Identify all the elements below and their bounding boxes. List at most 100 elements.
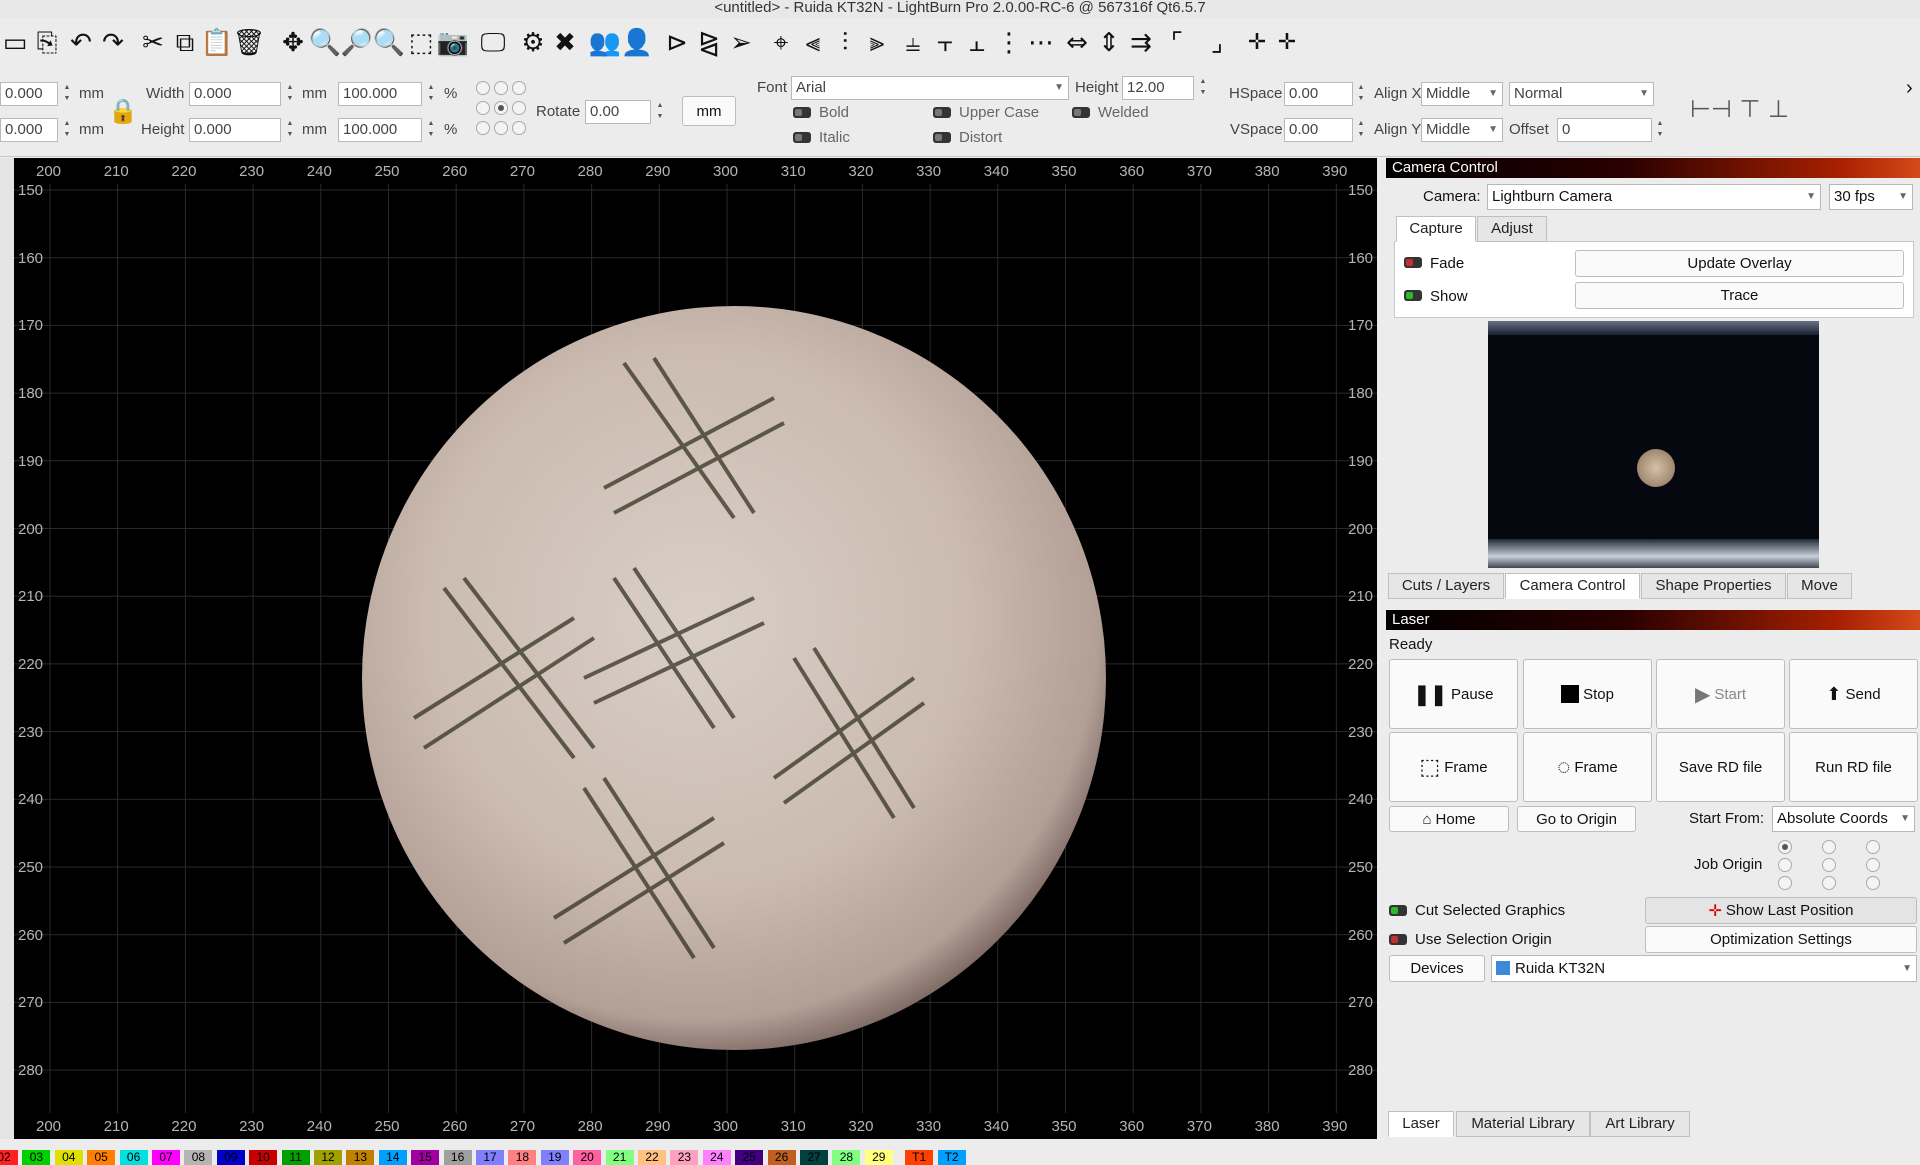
text-align-icons[interactable]: ⊢⊣ ⊤ ⊥ <box>1690 95 1789 123</box>
pause-button[interactable]: ❚❚ Pause <box>1389 659 1518 729</box>
camera-select[interactable]: Lightburn Camera ▼ <box>1487 184 1821 210</box>
align-right-icon[interactable]: ⫸ <box>862 28 892 58</box>
palette-swatch-17[interactable]: 17 <box>476 1150 504 1165</box>
welded-toggle[interactable] <box>1072 107 1090 118</box>
palette-swatch-08[interactable]: 08 <box>184 1150 213 1165</box>
y-spinner[interactable]: ▲ ▼ <box>61 118 73 142</box>
palette-swatch-T1[interactable]: T1 <box>905 1150 934 1165</box>
palette-swatch-20[interactable]: 20 <box>573 1150 602 1165</box>
palette-swatch-25[interactable]: 25 <box>735 1150 764 1165</box>
crosshair-icon[interactable]: ✛ <box>1242 28 1272 58</box>
distribute-h-icon[interactable]: ⋮ <box>994 28 1024 58</box>
palette-swatch-21[interactable]: 21 <box>605 1150 634 1165</box>
select-frame-icon[interactable]: ⬚ <box>406 28 436 58</box>
corner-icon[interactable]: ⌜ <box>1162 28 1192 58</box>
save-rd-file-button[interactable]: Save RD file <box>1656 732 1785 802</box>
dock-icon[interactable]: ⇉ <box>1126 28 1156 58</box>
width-spinner[interactable]: ▲ ▼ <box>284 82 296 106</box>
x-position-input[interactable]: 0.000 <box>0 82 58 106</box>
workspace-canvas[interactable] <box>14 158 1377 1139</box>
distort-toggle[interactable] <box>933 132 951 143</box>
x-spinner[interactable]: ▲ ▼ <box>61 82 73 106</box>
start-button[interactable]: ▶ Start <box>1656 659 1785 729</box>
height-spinner[interactable]: ▲ ▼ <box>284 118 296 142</box>
zoom-in-icon[interactable]: 🔍 <box>309 28 341 58</box>
cut-selected-graphics-toggle[interactable] <box>1389 905 1407 916</box>
font-select[interactable]: Arial ▼ <box>791 76 1069 100</box>
rotate-spinner[interactable]: ▲ ▼ <box>654 100 666 124</box>
bottom-tab-laser[interactable]: Laser <box>1388 1111 1454 1137</box>
monitor-icon[interactable]: 🖵 <box>478 28 508 58</box>
camera-icon[interactable]: 📷 <box>437 28 469 58</box>
height-percent-spinner[interactable]: ▲ ▼ <box>425 118 437 142</box>
palette-swatch-18[interactable]: 18 <box>508 1150 537 1165</box>
show-toggle[interactable] <box>1404 290 1422 301</box>
dock-tab-cuts-layers[interactable]: Cuts / Layers <box>1388 573 1504 599</box>
chevron-right-icon[interactable]: › <box>1906 77 1913 100</box>
palette-swatch-09[interactable]: 09 <box>216 1150 245 1165</box>
dock-tab-camera-control[interactable]: Camera Control <box>1505 573 1640 599</box>
update-overlay-button[interactable]: Update Overlay <box>1575 250 1904 277</box>
palette-swatch-22[interactable]: 22 <box>638 1150 666 1165</box>
palette-swatch-15[interactable]: 15 <box>411 1150 440 1165</box>
object-origin-grid[interactable] <box>476 81 528 137</box>
align-center-icon[interactable]: ⫶ <box>830 28 860 58</box>
offset-spinner[interactable]: ▲ ▼ <box>1654 118 1666 142</box>
bold-toggle[interactable] <box>793 107 811 118</box>
start-from-select[interactable]: Absolute Coords ▼ <box>1772 806 1915 832</box>
send-button[interactable]: ⬆ Send <box>1789 659 1918 729</box>
fade-toggle[interactable] <box>1404 257 1422 268</box>
stop-button[interactable]: Stop <box>1523 659 1652 729</box>
send-icon[interactable]: ➢ <box>726 28 756 58</box>
italic-toggle[interactable] <box>793 132 811 143</box>
frame-rect-button[interactable]: ⬚ Frame <box>1389 732 1518 802</box>
distribute-v-icon[interactable]: ⋯ <box>1026 28 1056 58</box>
device-select[interactable]: Ruida KT32N ▼ <box>1491 955 1917 982</box>
space-v-icon[interactable]: ⇕ <box>1094 28 1124 58</box>
palette-swatch-23[interactable]: 23 <box>670 1150 699 1165</box>
palette-swatch-06[interactable]: 06 <box>119 1150 148 1165</box>
y-position-input[interactable]: 0.000 <box>0 118 58 142</box>
align-bottom-icon[interactable]: ⫠ <box>962 28 992 58</box>
zoom-frame-icon[interactable]: 🔍 <box>373 28 405 58</box>
flip-icon[interactable]: ⊳ <box>662 28 692 58</box>
palette-swatch-26[interactable]: 26 <box>767 1150 796 1165</box>
palette-swatch-10[interactable]: 10 <box>249 1150 278 1165</box>
palette-swatch-05[interactable]: 05 <box>87 1150 116 1165</box>
upper-case-toggle[interactable] <box>933 107 951 118</box>
zoom-out-icon[interactable]: 🔎 <box>341 28 373 58</box>
align-top-icon[interactable]: ⫨ <box>898 28 928 58</box>
step-icon[interactable]: ⌟ <box>1202 28 1232 58</box>
palette-swatch-24[interactable]: 24 <box>702 1150 731 1165</box>
delete-icon[interactable]: 🗑 <box>233 28 266 58</box>
hspace-input[interactable]: 0.00 <box>1284 82 1353 106</box>
align-y-select[interactable]: Middle ▼ <box>1421 118 1503 142</box>
cut-icon[interactable]: ✂ <box>138 28 168 58</box>
align-left-icon[interactable]: ⫷ <box>798 28 828 58</box>
target-icon[interactable]: ⌖ <box>766 28 796 58</box>
mirror-icon[interactable]: ⧎ <box>694 28 724 58</box>
redo-icon[interactable]: ↷ <box>98 28 128 58</box>
palette-swatch-11[interactable]: 11 <box>281 1150 310 1165</box>
user-icon[interactable]: 👤 <box>621 28 653 58</box>
dock-tab-move[interactable]: Move <box>1787 573 1852 599</box>
font-height-input[interactable]: 12.00 <box>1122 76 1194 100</box>
frame-circle-button[interactable]: ◌ Frame <box>1523 732 1652 802</box>
devices-button[interactable]: Devices <box>1389 955 1485 982</box>
bottom-tab-material-library[interactable]: Material Library <box>1456 1111 1590 1137</box>
copy-icon[interactable]: ⧉ <box>170 28 200 58</box>
palette-swatch-12[interactable]: 12 <box>314 1150 342 1165</box>
dock-tab-shape-properties[interactable]: Shape Properties <box>1641 573 1786 599</box>
vspace-input[interactable]: 0.00 <box>1284 118 1353 142</box>
group-icon[interactable]: 👥 <box>589 28 621 58</box>
palette-swatch-16[interactable]: 16 <box>443 1150 472 1165</box>
unit-toggle-button[interactable]: mm <box>682 96 736 126</box>
paste-icon[interactable]: 📋 <box>201 28 233 58</box>
rotate-input[interactable]: 0.00 <box>585 100 651 124</box>
palette-swatch-02[interactable]: 02 <box>0 1150 18 1165</box>
undo-icon[interactable]: ↶ <box>66 28 96 58</box>
go-to-origin-button[interactable]: Go to Origin <box>1517 806 1636 832</box>
optimization-settings-button[interactable]: Optimization Settings <box>1645 926 1917 953</box>
align-middle-icon[interactable]: ⫟ <box>930 28 960 58</box>
trace-button[interactable]: Trace <box>1575 282 1904 309</box>
